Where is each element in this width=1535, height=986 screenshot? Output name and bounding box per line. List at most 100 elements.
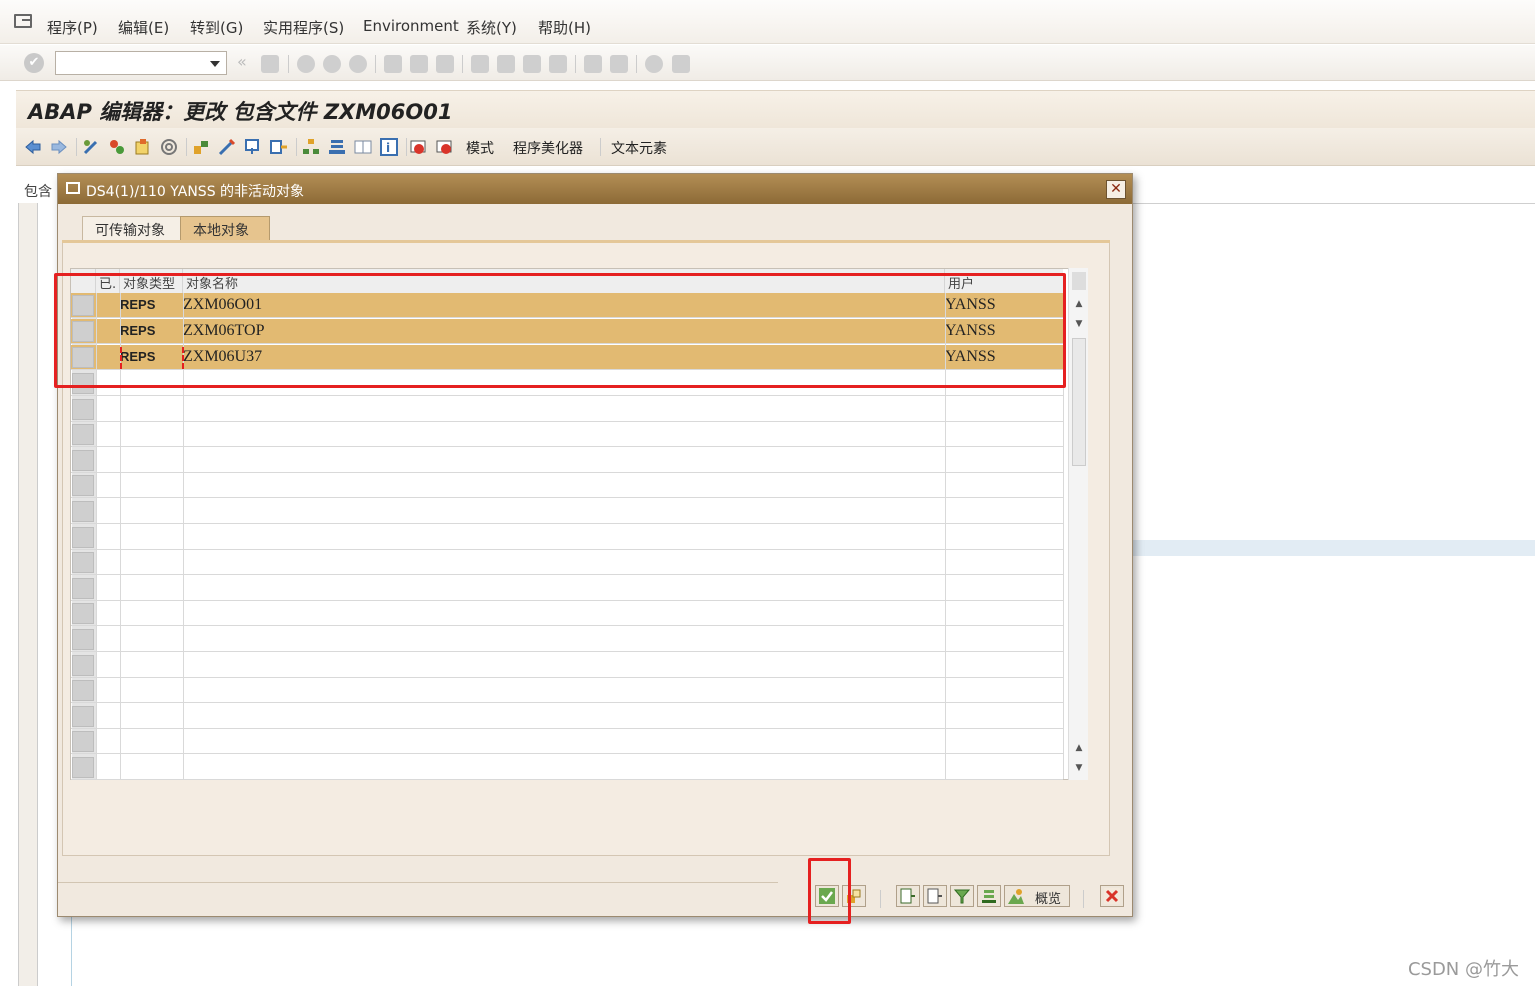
collapse-icon[interactable]: «	[237, 52, 247, 71]
text-elements-button[interactable]: 文本元素	[611, 138, 667, 158]
pretty-printer-button[interactable]: 程序美化器	[513, 138, 583, 158]
empty-table-row[interactable]	[71, 550, 1063, 576]
row-selector[interactable]	[72, 501, 94, 522]
first-page-icon[interactable]	[471, 55, 489, 73]
display-change-icon[interactable]	[82, 138, 100, 156]
empty-table-row[interactable]	[71, 627, 1063, 652]
stack-icon[interactable]	[328, 138, 346, 156]
scrollbar-thumb[interactable]	[1072, 338, 1086, 466]
row-selector[interactable]	[72, 398, 94, 420]
row-selector[interactable]	[72, 424, 94, 446]
help-icon[interactable]	[645, 55, 663, 73]
last-page-icon[interactable]	[549, 55, 567, 73]
test-icon[interactable]	[218, 138, 236, 156]
split-screen-icon[interactable]	[354, 138, 372, 156]
menu-icon[interactable]	[14, 14, 32, 28]
menu-utilities[interactable]: 实用程序(S)	[263, 17, 344, 38]
cancel-button[interactable]	[1100, 885, 1124, 907]
scroll-down-icon[interactable]: ▼	[1073, 318, 1085, 330]
row-selector[interactable]	[72, 731, 94, 753]
overview-label: 概览	[1035, 892, 1062, 907]
previous-page-icon[interactable]	[497, 55, 515, 73]
exit-icon[interactable]	[323, 55, 341, 73]
row-selector[interactable]	[72, 552, 94, 574]
row-selector[interactable]	[72, 629, 94, 650]
menu-system[interactable]: 系统(Y)	[466, 17, 517, 38]
menu-goto[interactable]: 转到(G)	[190, 17, 243, 38]
empty-table-row[interactable]	[71, 422, 1063, 448]
row-selector[interactable]	[72, 705, 94, 727]
deselect-all-button[interactable]	[923, 885, 947, 907]
overview-button[interactable]: 概览	[1004, 885, 1070, 907]
editor-border	[1133, 203, 1535, 204]
sort-button[interactable]	[977, 885, 1001, 907]
row-selector[interactable]	[72, 680, 94, 702]
check-syntax-icon[interactable]	[160, 138, 178, 156]
info-icon[interactable]: i	[380, 138, 398, 156]
active-inactive-icon[interactable]	[108, 138, 126, 156]
row-selector[interactable]	[72, 757, 94, 778]
menu-program[interactable]: 程序(P)	[47, 17, 98, 38]
cancel-icon[interactable]	[349, 55, 367, 73]
row-selector[interactable]	[72, 475, 94, 497]
empty-table-row[interactable]	[71, 448, 1063, 473]
scroll-up-icon[interactable]: ▲	[1073, 298, 1085, 310]
shortcut-icon[interactable]	[610, 55, 628, 73]
next-page-icon[interactable]	[523, 55, 541, 73]
separator	[406, 138, 407, 156]
empty-table-row[interactable]	[71, 729, 1063, 755]
chevron-down-icon[interactable]	[210, 61, 220, 67]
tab-local-objects[interactable]: 本地对象	[180, 216, 270, 240]
pattern-button[interactable]: 模式	[466, 138, 494, 158]
layout-menu-icon[interactable]	[672, 55, 690, 73]
print-icon[interactable]	[384, 55, 402, 73]
empty-table-row[interactable]	[71, 499, 1063, 524]
breakpoint-icon[interactable]	[410, 138, 428, 156]
dialog-title: DS4(1)/110 YANSS 的非活动对象	[86, 184, 305, 200]
close-icon[interactable]: ✕	[1106, 180, 1126, 199]
empty-table-row[interactable]	[71, 704, 1063, 729]
scrollbar-top[interactable]	[1072, 272, 1086, 290]
row-selector[interactable]	[72, 654, 94, 676]
find-next-icon[interactable]	[436, 55, 454, 73]
select-all-button[interactable]	[896, 885, 920, 907]
scroll-down-icon[interactable]: ▼	[1073, 762, 1085, 774]
find-icon[interactable]	[410, 55, 428, 73]
empty-table-row[interactable]	[71, 525, 1063, 550]
arrow-right-icon[interactable]	[50, 138, 68, 156]
empty-table-row[interactable]	[71, 601, 1063, 627]
row-selector[interactable]	[72, 603, 94, 625]
menu-environment[interactable]: Environment	[363, 17, 459, 35]
where-used-icon[interactable]	[244, 138, 262, 156]
dialog-icon	[66, 182, 80, 194]
command-field[interactable]	[55, 51, 227, 75]
external-breakpoint-icon[interactable]	[436, 138, 454, 156]
activate-icon[interactable]	[192, 138, 210, 156]
row-selector[interactable]	[72, 577, 94, 599]
other-object-icon[interactable]	[134, 138, 152, 156]
scroll-up-icon[interactable]: ▲	[1073, 742, 1085, 754]
back-icon[interactable]	[297, 55, 315, 73]
new-session-icon[interactable]	[584, 55, 602, 73]
menu-edit[interactable]: 编辑(E)	[118, 17, 169, 38]
empty-table-row[interactable]	[71, 653, 1063, 678]
hierarchy-icon[interactable]	[302, 138, 320, 156]
filter-icon	[954, 889, 970, 904]
menu-help[interactable]: 帮助(H)	[538, 17, 591, 38]
empty-table-row[interactable]	[71, 397, 1063, 422]
empty-table-row[interactable]	[71, 755, 1063, 780]
standard-toolbar: ✔ «	[0, 45, 1535, 81]
save-icon[interactable]	[261, 55, 279, 73]
empty-table-row[interactable]	[71, 473, 1063, 499]
row-selector[interactable]	[72, 449, 94, 471]
tab-transportable-objects[interactable]: 可传输对象	[82, 216, 192, 240]
enter-check-icon[interactable]: ✔	[24, 53, 44, 73]
empty-table-row[interactable]	[71, 576, 1063, 601]
object-list-icon[interactable]	[270, 138, 288, 156]
row-selector[interactable]	[72, 526, 94, 548]
arrow-left-icon[interactable]	[24, 138, 42, 156]
filter-button[interactable]	[950, 885, 974, 907]
table-scrollbar[interactable]: ▲ ▼ ▲ ▼	[1068, 268, 1088, 780]
dialog-separator	[58, 882, 778, 883]
empty-table-row[interactable]	[71, 678, 1063, 704]
